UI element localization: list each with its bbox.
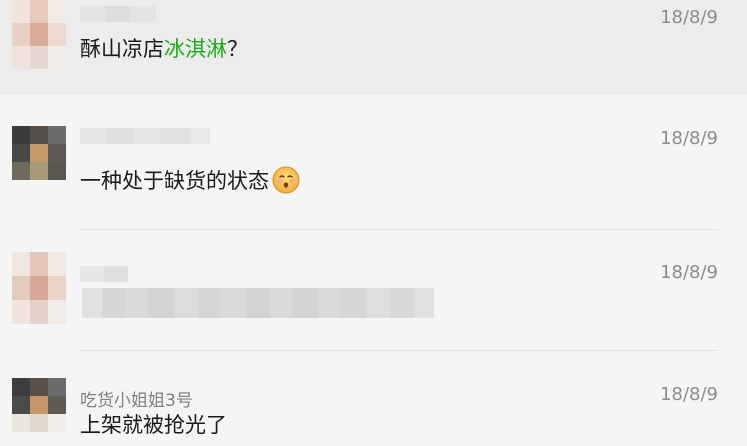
avatar[interactable] bbox=[12, 0, 66, 70]
comment-text: 上架就被抢光了 bbox=[80, 413, 227, 437]
slightly-smiling-face-emoji bbox=[272, 166, 300, 194]
comment-text-part: 酥山凉店 bbox=[80, 37, 164, 61]
comment-item[interactable]: 18/8/9 bbox=[0, 230, 747, 350]
nickname-blurred bbox=[80, 6, 156, 22]
comment-time: 18/8/9 bbox=[660, 128, 718, 149]
comment-time: 18/8/9 bbox=[660, 262, 718, 283]
comment-text-blurred bbox=[82, 288, 434, 318]
comment-text: 一种处于缺货的状态 bbox=[80, 166, 300, 194]
comment-item[interactable]: 18/8/9 一种处于缺货的状态 bbox=[0, 94, 747, 228]
comment-list: 18/8/9 酥山凉店冰淇淋？ 18/8/9 一种处于缺货的状态 18/8/9 … bbox=[0, 0, 747, 446]
nickname-blurred bbox=[80, 128, 210, 144]
avatar[interactable] bbox=[12, 126, 66, 180]
comment-time: 18/8/9 bbox=[660, 384, 718, 405]
nickname-blurred bbox=[80, 266, 128, 282]
comment-text-part: ？ bbox=[227, 37, 248, 61]
comment-nickname[interactable]: 吃货小姐姐3号 bbox=[80, 386, 193, 411]
comment-item[interactable]: 吃货小姐姐3号 18/8/9 上架就被抢光了 bbox=[0, 351, 747, 446]
comment-text: 酥山凉店冰淇淋？ bbox=[80, 37, 248, 61]
avatar[interactable] bbox=[12, 252, 66, 324]
comment-text-part: 一种处于缺货的状态 bbox=[80, 169, 269, 193]
avatar[interactable] bbox=[12, 378, 66, 432]
comment-time: 18/8/9 bbox=[660, 7, 718, 28]
comment-item[interactable]: 18/8/9 酥山凉店冰淇淋？ bbox=[0, 0, 747, 93]
product-link[interactable]: 冰淇淋 bbox=[164, 37, 227, 61]
